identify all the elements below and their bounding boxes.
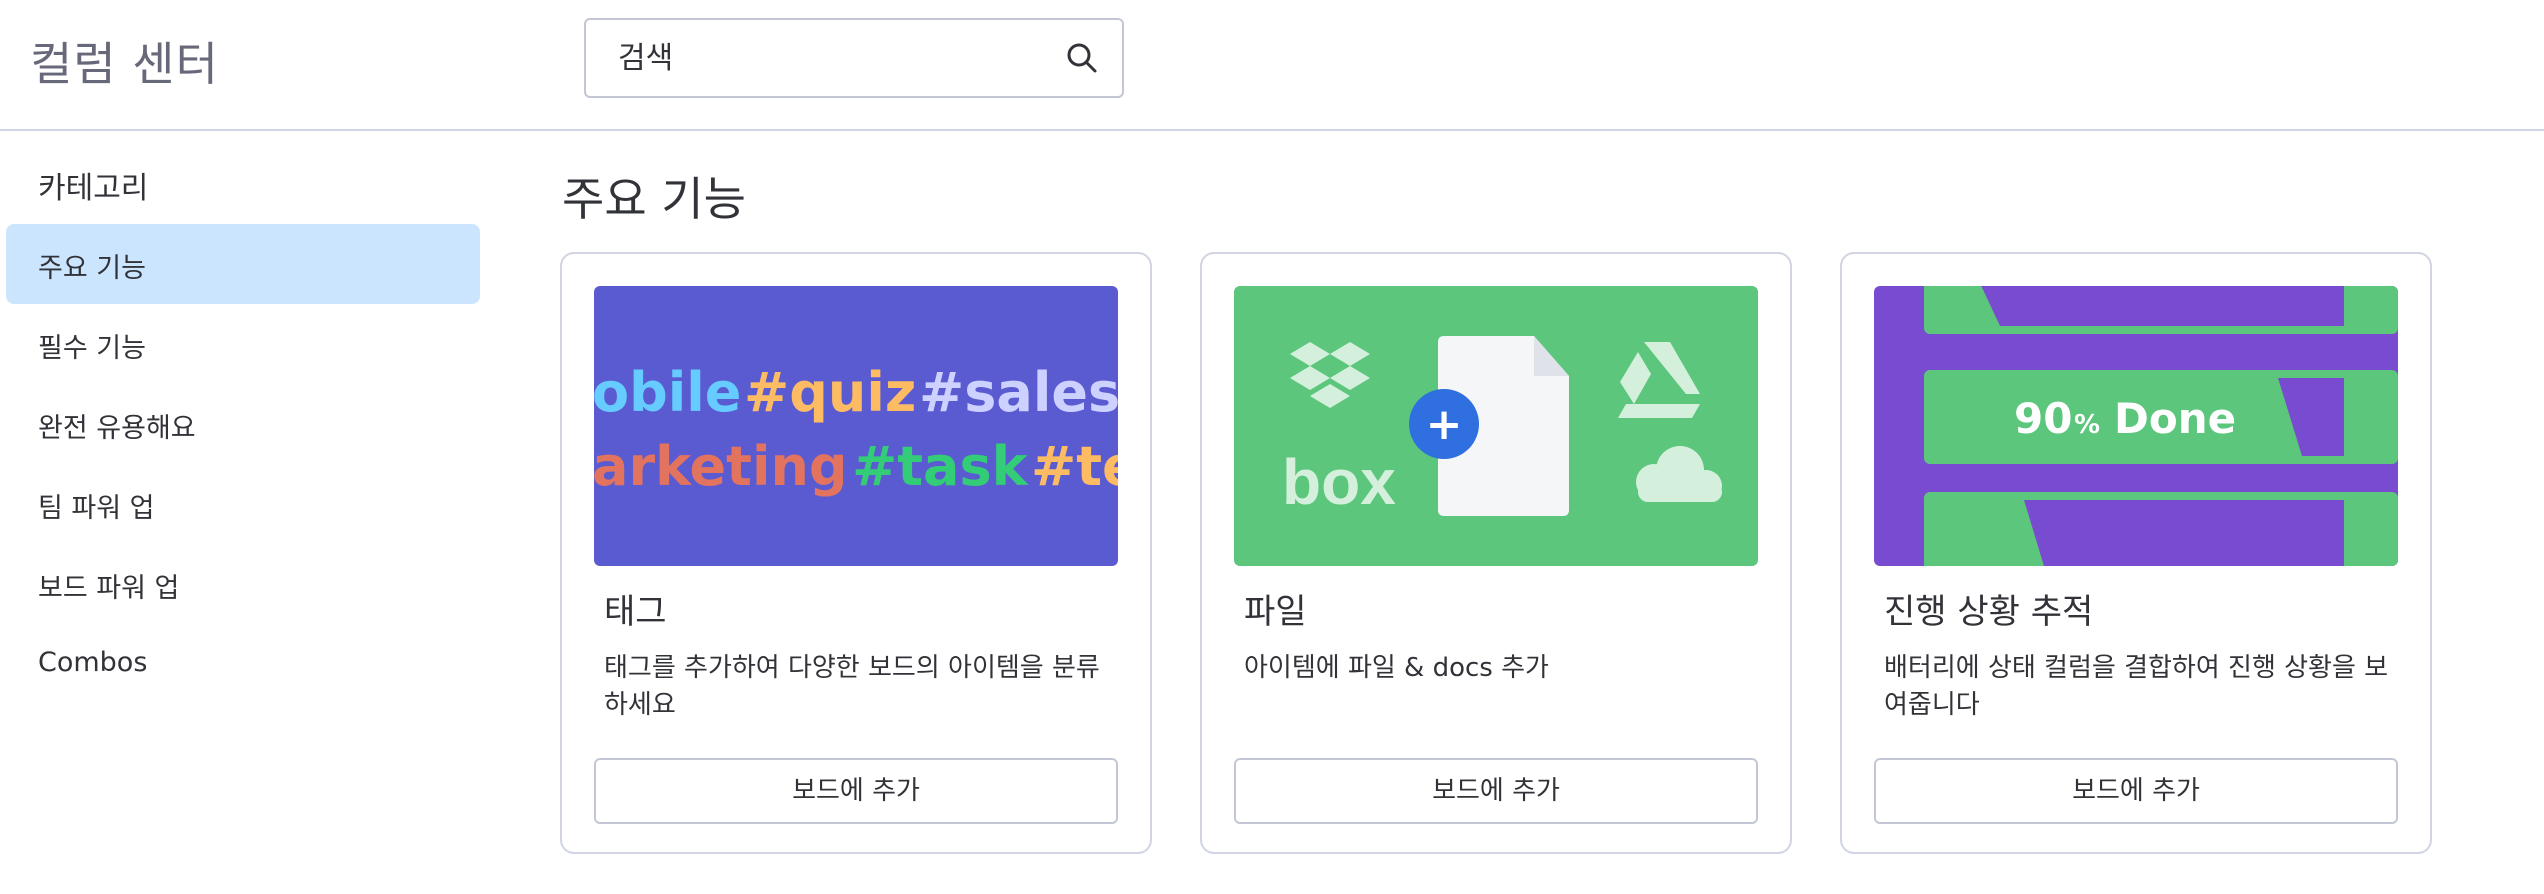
card-description: 태그를 추가하여 다양한 보드의 아이템을 분류하세요 xyxy=(604,653,1100,720)
sidebar-title: 카테고리 xyxy=(38,171,149,206)
add-to-board-button[interactable]: 보드에 추가 xyxy=(1234,758,1758,824)
card-title: 태그 xyxy=(604,592,667,632)
progress-illustration: 90 % Done xyxy=(1874,286,2398,566)
card-image-progress: 90 % Done xyxy=(1874,286,2398,566)
search-box[interactable] xyxy=(584,18,1124,98)
sidebar-item-super-useful[interactable]: 완전 유용해요 xyxy=(6,384,480,464)
plus-icon: + xyxy=(1409,389,1479,459)
app-title: 컬럼 센터 xyxy=(30,37,219,91)
svg-text:obile #quiz #s: obile #quiz #sales xyxy=(594,361,1118,424)
card-image-files: box + xyxy=(1234,286,1758,566)
tag-text: #task xyxy=(852,435,1029,498)
progress-value: 90 xyxy=(2014,394,2072,443)
sidebar-item-featured[interactable]: 주요 기능 xyxy=(6,224,480,304)
tag-text: #te xyxy=(1031,435,1118,498)
card-title: 파일 xyxy=(1244,592,1307,632)
svg-text:+: + xyxy=(1426,399,1463,450)
card-description: 아이템에 파일 & docs 추가 xyxy=(1244,653,1549,683)
card-image-tags: obile #quiz #sales arketing #task #te xyxy=(594,286,1118,566)
sidebar-item-label: 필수 기능 xyxy=(38,333,146,364)
search-input[interactable] xyxy=(586,20,1046,96)
card-description: 배터리에 상태 컬럼을 결합하여 진행 상황을 보여줍니다 xyxy=(1884,653,2389,720)
battery-bar-bottom xyxy=(1924,492,2398,566)
add-to-board-button[interactable]: 보드에 추가 xyxy=(594,758,1118,824)
tag-text: arketing xyxy=(594,435,848,498)
sidebar-item-label: 주요 기능 xyxy=(38,253,146,284)
header: 컬럼 센터 xyxy=(0,0,2544,131)
battery-bar-progress: 90 % Done xyxy=(1924,370,2398,464)
sidebar-item-label: 완전 유용해요 xyxy=(38,413,196,444)
card-files: box + 파일 아이템에 파일 & docs 추가 보드에 추가 xyxy=(1200,252,1792,854)
sidebar-item-essentials[interactable]: 필수 기능 xyxy=(6,304,480,384)
sidebar: 카테고리 주요 기능 필수 기능 완전 유용해요 팀 파워 업 보드 파워 업 … xyxy=(0,131,490,894)
search-icon[interactable] xyxy=(1064,40,1100,76)
card-progress-tracking: 90 % Done 진행 상황 추적 배터리에 상태 컬럼을 결합하여 진행 상… xyxy=(1840,252,2432,854)
progress-label: Done xyxy=(2114,394,2236,443)
progress-unit: % xyxy=(2074,410,2100,440)
sidebar-item-label: 보드 파워 업 xyxy=(38,573,180,604)
sidebar-item-team-power-up[interactable]: 팀 파워 업 xyxy=(6,464,480,544)
battery-bar-top xyxy=(1924,286,2398,334)
sidebar-item-label: Combos xyxy=(38,647,148,678)
sidebar-item-board-power-up[interactable]: 보드 파워 업 xyxy=(6,544,480,624)
sidebar-item-label: 팀 파워 업 xyxy=(38,493,155,524)
add-to-board-button[interactable]: 보드에 추가 xyxy=(1874,758,2398,824)
card-tags: obile #quiz #sales arketing #task #te 태그… xyxy=(560,252,1152,854)
card-title: 진행 상황 추적 xyxy=(1884,592,2094,632)
tag-text: obile xyxy=(594,361,741,424)
page-title: 주요 기능 xyxy=(562,172,746,226)
box-logo: box xyxy=(1282,446,1396,518)
files-illustration: box + xyxy=(1234,286,1758,566)
tag-text: #quiz xyxy=(744,361,916,424)
tag-text: #sales xyxy=(919,361,1118,424)
sidebar-item-combos[interactable]: Combos xyxy=(6,625,480,705)
tags-illustration: obile #quiz #sales arketing #task #te xyxy=(594,286,1118,566)
svg-text:arketing #task: arketing #task #te xyxy=(594,435,1118,498)
